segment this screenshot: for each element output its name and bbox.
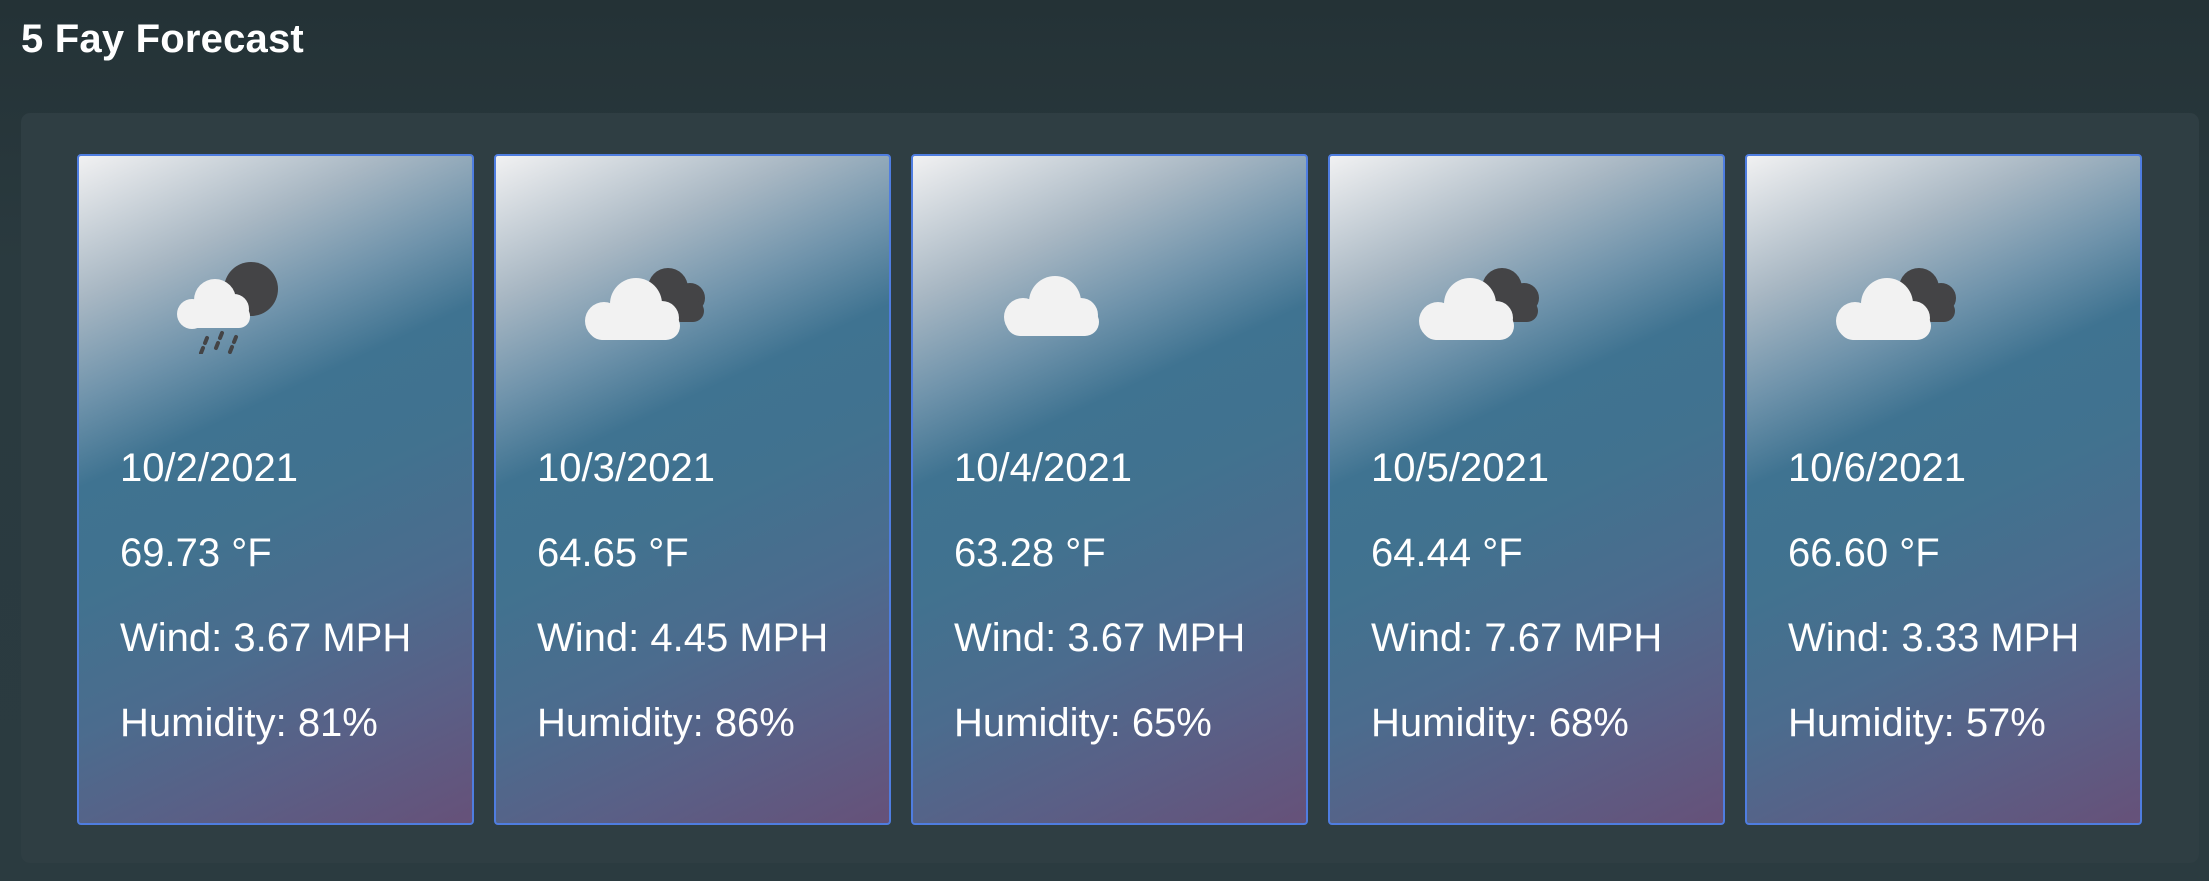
forecast-date: 10/4/2021: [954, 446, 1132, 490]
forecast-humidity: Humidity: 81%: [120, 701, 378, 745]
forecast-card: 10/3/2021 64.65 °F Wind: 4.45 MPH Humidi…: [494, 154, 891, 825]
forecast-wind: Wind: 4.45 MPH: [537, 616, 829, 660]
forecast-temperature: 64.65 °F: [537, 531, 689, 575]
forecast-date: 10/3/2021: [537, 446, 715, 490]
forecast-heading: 5 Fay Forecast: [21, 17, 304, 61]
broken-clouds-icon: [1836, 268, 1956, 340]
forecast-temperature: 69.73 °F: [120, 531, 272, 575]
rain-cloud-night-icon: [177, 262, 278, 354]
forecast-temperature: 66.60 °F: [1788, 531, 1940, 575]
forecast-card: 10/4/2021 63.28 °F Wind: 3.67 MPH Humidi…: [911, 154, 1308, 825]
forecast-card: 10/5/2021 64.44 °F Wind: 7.67 MPH Humidi…: [1328, 154, 1725, 825]
forecast-panel: 10/2/2021 69.73 °F Wind: 3.67 MPH Humidi…: [21, 113, 2199, 863]
forecast-wind: Wind: 3.67 MPH: [120, 616, 412, 660]
forecast-date: 10/6/2021: [1788, 446, 1966, 490]
forecast-app: 5 Fay Forecast 10/2/2021 69.73 °F Wind: …: [0, 0, 2209, 881]
forecast-temperature: 63.28 °F: [954, 531, 1106, 575]
forecast-card: 10/2/2021 69.73 °F Wind: 3.67 MPH Humidi…: [77, 154, 474, 825]
broken-clouds-icon: [585, 268, 705, 340]
broken-clouds-icon: [1419, 268, 1539, 340]
forecast-temperature: 64.44 °F: [1371, 531, 1523, 575]
forecast-wind: Wind: 3.33 MPH: [1788, 616, 2080, 660]
forecast-humidity: Humidity: 57%: [1788, 701, 2046, 745]
forecast-date: 10/2/2021: [120, 446, 298, 490]
cloud-icon: [1004, 276, 1099, 336]
forecast-humidity: Humidity: 65%: [954, 701, 1212, 745]
forecast-card: 10/6/2021 66.60 °F Wind: 3.33 MPH Humidi…: [1745, 154, 2142, 825]
forecast-wind: Wind: 3.67 MPH: [954, 616, 1246, 660]
forecast-humidity: Humidity: 68%: [1371, 701, 1629, 745]
forecast-wind: Wind: 7.67 MPH: [1371, 616, 1663, 660]
forecast-date: 10/5/2021: [1371, 446, 1549, 490]
forecast-humidity: Humidity: 86%: [537, 701, 795, 745]
